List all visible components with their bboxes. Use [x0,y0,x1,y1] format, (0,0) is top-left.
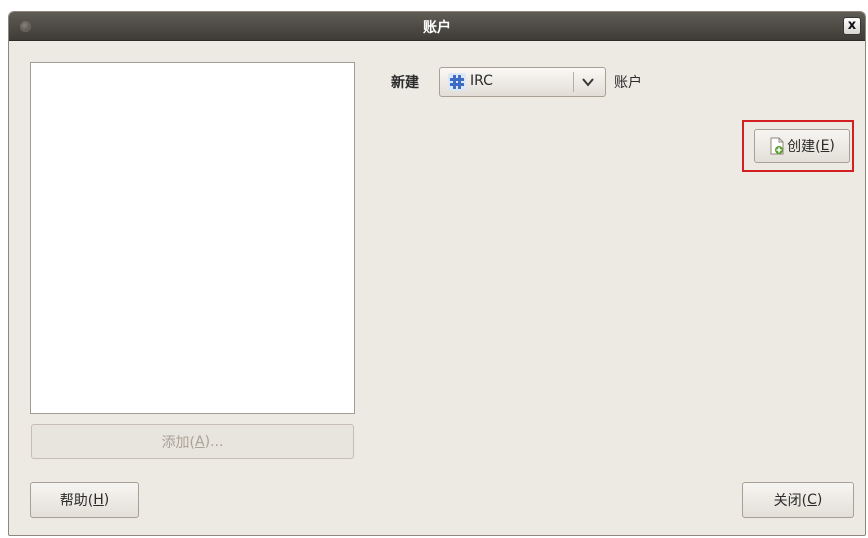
close-button-mnemonic: C [807,492,817,508]
create-button[interactable]: 创建(E) [754,129,850,163]
create-button-suffix: ) [829,138,835,154]
account-list[interactable] [30,62,355,414]
close-dialog-button[interactable]: 关闭(C) [742,482,854,518]
titlebar[interactable]: 账户 x [9,12,865,41]
new-account-label: 新建 [391,75,419,91]
protocol-select[interactable]: IRC [439,67,606,97]
window-close-button[interactable]: x [843,17,861,35]
create-button-mnemonic: E [820,138,830,154]
chevron-down-icon [582,78,594,87]
window-title: 账户 [423,20,451,36]
add-button-label: 添加( [161,434,196,451]
document-add-icon [770,137,784,155]
help-button-label: 帮助( [59,493,94,509]
close-button-suffix: ) [816,492,823,508]
close-button-label: 关闭( [773,493,808,509]
irc-hash-icon [448,73,466,91]
accounts-dialog: 账户 x 添加(A)... 新建 IRC 账户 创建(E) 帮助(H)… [8,11,866,536]
help-button-suffix: ) [103,492,110,508]
add-account-button[interactable]: 添加(A)... [31,424,354,459]
protocol-select-value: IRC [470,73,493,89]
account-suffix-label: 账户 [614,75,642,91]
help-button-mnemonic: H [93,492,104,508]
select-divider [573,72,574,92]
help-button[interactable]: 帮助(H) [30,482,139,518]
add-button-mnemonic: A [195,433,205,450]
close-icon: x [847,18,857,33]
add-button-suffix: )... [204,433,224,450]
create-button-label: 创建( [787,139,821,155]
